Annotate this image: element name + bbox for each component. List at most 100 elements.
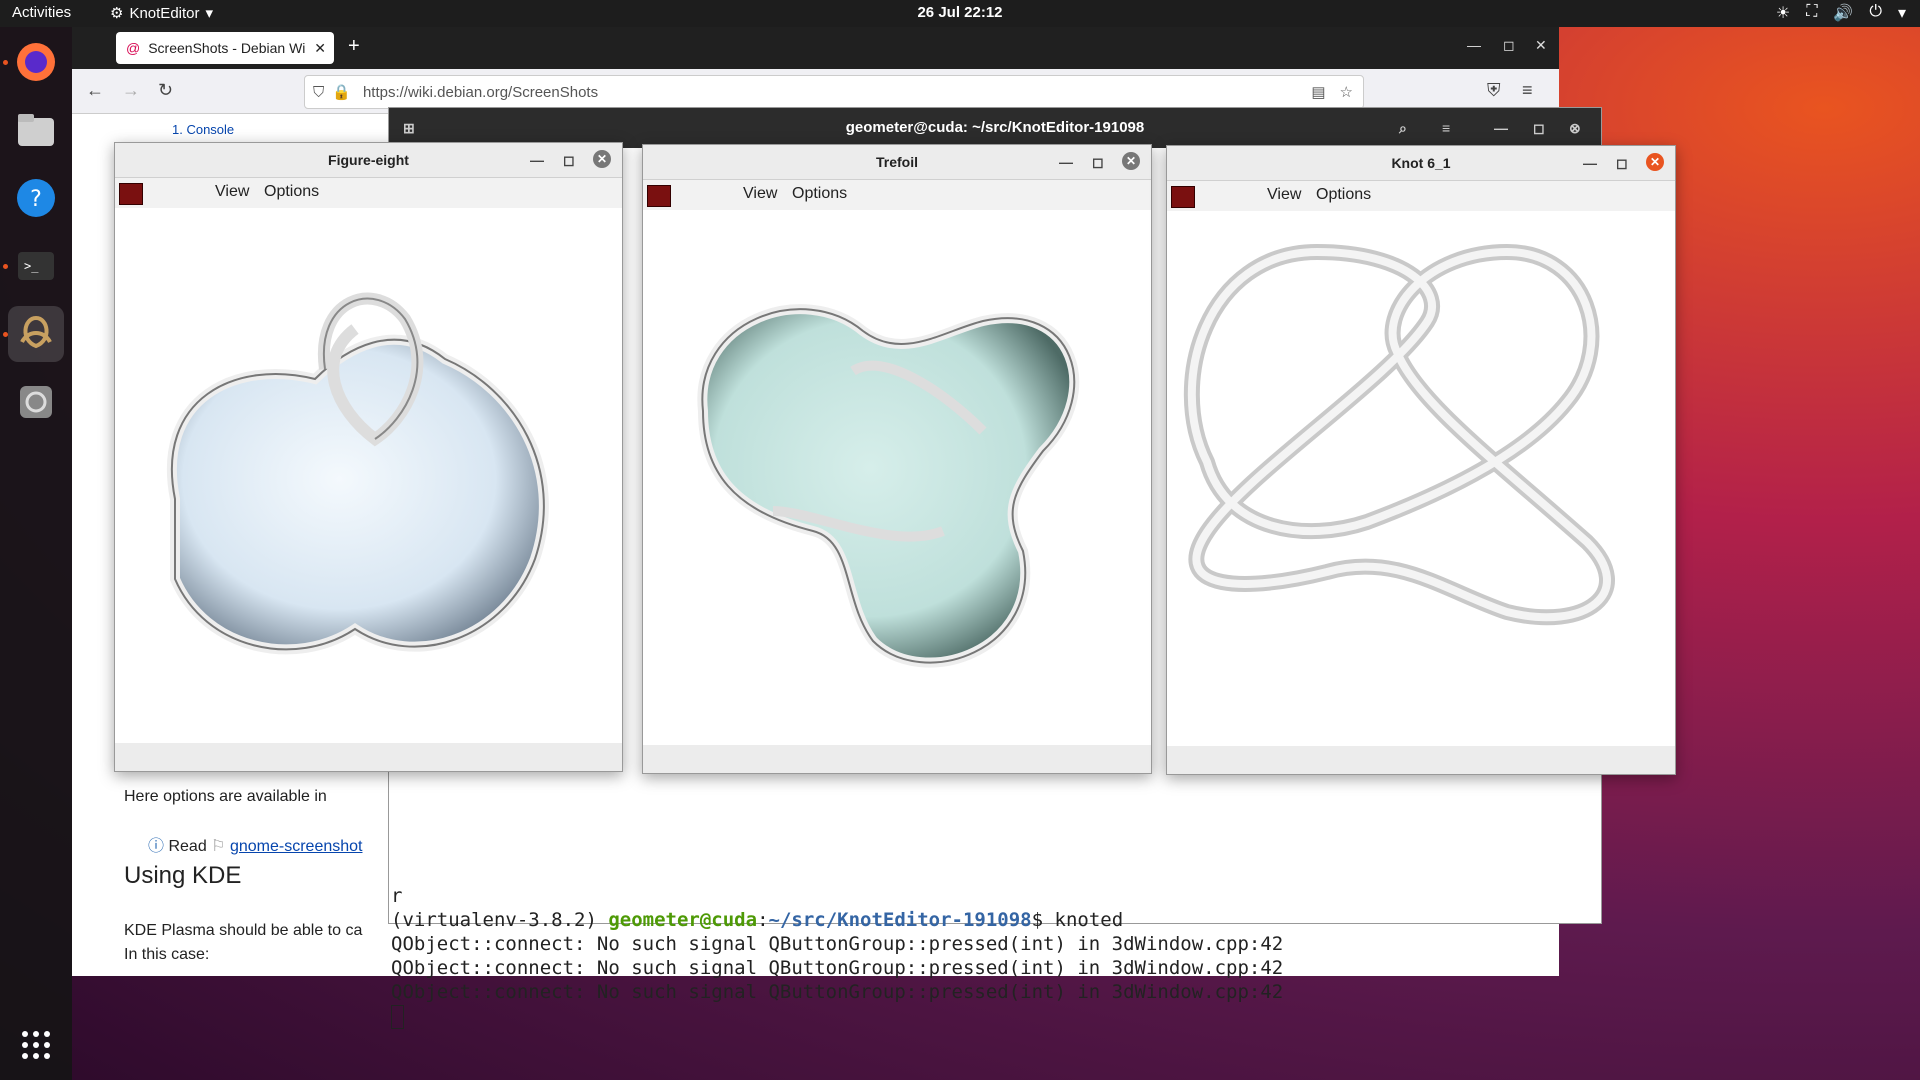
pocket-icon[interactable]: ⛨ — [1487, 80, 1501, 101]
svg-text:?: ? — [30, 187, 42, 212]
minimize-button[interactable]: — — [1583, 146, 1597, 180]
url-text: https://wiki.debian.org/ScreenShots — [362, 83, 599, 101]
figure-eight-knot-render — [166, 292, 549, 655]
close-tab-icon[interactable]: ✕ — [314, 40, 326, 57]
status-bar — [115, 743, 622, 771]
output-line: QObject::connect: No such signal QButton… — [391, 933, 1284, 955]
terminal-cursor — [391, 1004, 404, 1029]
tab-strip: @ ScreenShots - Debian Wi ✕ + — ◻ ✕ — [72, 27, 1559, 69]
minimize-button[interactable]: — — [1059, 145, 1073, 179]
kde-paragraph: KDE Plasma should be able to ca — [124, 922, 363, 939]
menu-options[interactable]: Options — [1316, 186, 1371, 204]
svg-text:>_: >_ — [24, 259, 39, 273]
show-apps-icon[interactable] — [8, 1017, 64, 1073]
app-logo-icon — [1171, 186, 1195, 208]
info-icon: ⓘ — [148, 838, 165, 855]
search-icon[interactable]: ⌕ — [1399, 108, 1407, 148]
files-icon[interactable] — [8, 102, 64, 158]
partial-paragraph: Here options are available in — [124, 788, 327, 805]
terminal-title: geometer@cuda: ~/src/KnotEditor-191098 — [845, 119, 1145, 136]
trefoil-window[interactable]: Trefoil — ◻ ✕ View Options — [642, 144, 1152, 774]
menu-bar: View Options — [115, 178, 622, 208]
prompt-env: (virtualenv-3.8.2) — [391, 909, 609, 931]
prompt-path: ~/src/KnotEditor-191098 — [768, 909, 1032, 931]
info-line: ⓘ Read ⚐ gnome-screenshot — [148, 832, 362, 856]
terminal-icon[interactable]: >_ — [8, 238, 64, 294]
clock[interactable]: 26 Jul 22:12 — [0, 4, 1920, 21]
window-titlebar: Figure-eight — ◻ ✕ — [115, 143, 622, 178]
forward-icon[interactable]: → — [122, 80, 140, 101]
package-icon: ⚐ — [211, 838, 226, 855]
top-bar: Activities ⚙ KnotEditor ▾ 26 Jul 22:12 ☀… — [0, 0, 1920, 27]
close-button[interactable]: ✕ — [593, 150, 611, 168]
knoteditor-icon[interactable] — [8, 306, 64, 362]
firefox-icon[interactable] — [8, 34, 64, 90]
system-tray[interactable]: ☀ ⛶ 🔊 ⏻ ▾ — [1776, 3, 1906, 23]
app-logo-icon — [647, 185, 671, 207]
url-bar[interactable]: ⛉ 🔒 https://wiki.debian.org/ScreenShots … — [304, 75, 1364, 109]
menu-view[interactable]: View — [743, 185, 777, 203]
new-tab-button[interactable]: + — [348, 35, 360, 58]
menu-view[interactable]: View — [1267, 186, 1301, 204]
maximize-button[interactable]: ◻ — [1092, 145, 1104, 179]
status-bar — [643, 745, 1151, 773]
prompt-command: $ knoted — [1031, 909, 1124, 931]
menu-icon[interactable]: ≡ — [1522, 80, 1533, 101]
minimize-button[interactable]: — — [530, 143, 544, 177]
figure-eight-window[interactable]: Figure-eight — ◻ ✕ View Options — [114, 142, 623, 772]
close-button[interactable]: ✕ — [1535, 37, 1547, 54]
close-button[interactable]: ✕ — [1646, 153, 1664, 171]
trefoil-knot-render — [697, 304, 1080, 668]
reload-icon[interactable]: ↻ — [158, 80, 173, 101]
shield-icon: ⛉ — [313, 83, 325, 101]
volume-icon: 🔊 — [1833, 5, 1854, 22]
maximize-button[interactable]: ◻ — [563, 143, 575, 177]
menu-view[interactable]: View — [215, 183, 249, 201]
window-titlebar: Trefoil — ◻ ✕ — [643, 145, 1151, 180]
app-logo-icon — [119, 183, 143, 205]
menu-bar: View Options — [1167, 181, 1675, 211]
maximize-button[interactable]: ◻ — [1503, 37, 1515, 54]
minimize-button[interactable]: — — [1467, 37, 1481, 53]
maximize-button[interactable]: ◻ — [1616, 146, 1628, 180]
gnome-screenshot-link[interactable]: gnome-screenshot — [230, 838, 363, 855]
window-titlebar: Knot 6_1 — ◻ ✕ — [1167, 146, 1675, 181]
browser-tab[interactable]: @ ScreenShots - Debian Wi ✕ — [116, 32, 334, 64]
knot-6-1-window[interactable]: Knot 6_1 — ◻ ✕ View Options — [1166, 145, 1676, 775]
terminal-output: r (virtualenv-3.8.2) geometer@cuda:~/src… — [391, 884, 1283, 1029]
knot-canvas[interactable] — [1167, 212, 1675, 746]
menu-bar: View Options — [643, 180, 1151, 210]
close-button[interactable]: ⊗ — [1569, 108, 1581, 148]
knot-canvas[interactable] — [643, 211, 1151, 745]
close-button[interactable]: ✕ — [1122, 152, 1140, 170]
kde-paragraph-2: In this case: — [124, 946, 210, 963]
menu-options[interactable]: Options — [792, 185, 847, 203]
knot-6-1-render — [1183, 243, 1615, 626]
network-icon: ⛶ — [1806, 3, 1818, 20]
prompt-user: geometer@cuda — [608, 909, 758, 931]
status-bar — [1167, 746, 1675, 774]
minimize-button[interactable]: — — [1494, 108, 1508, 148]
wrapped-char: r — [391, 885, 403, 907]
output-line: QObject::connect: No such signal QButton… — [391, 981, 1284, 1003]
chevron-down-icon: ▾ — [1897, 5, 1906, 22]
window-title: Trefoil — [875, 154, 918, 170]
disc-icon[interactable] — [8, 374, 64, 430]
window-title: Knot 6_1 — [1391, 155, 1451, 171]
maximize-button[interactable]: ◻ — [1533, 108, 1545, 148]
window-title: Figure-eight — [328, 152, 409, 168]
dock: ? >_ — [0, 27, 72, 1080]
help-icon[interactable]: ? — [8, 170, 64, 226]
reader-view-icon[interactable]: ▤ — [1311, 83, 1325, 101]
menu-options[interactable]: Options — [264, 183, 319, 201]
menu-icon[interactable]: ≡ — [1442, 108, 1450, 148]
lock-icon: 🔒 — [332, 84, 351, 101]
back-icon[interactable]: ← — [86, 80, 104, 101]
debian-swirl-icon: @ — [126, 40, 141, 56]
info-read: Read — [168, 838, 207, 855]
bookmark-star-icon[interactable]: ☆ — [1340, 83, 1353, 101]
knot-canvas[interactable] — [115, 209, 622, 743]
brightness-icon: ☀ — [1775, 5, 1791, 22]
tab-title: ScreenShots - Debian Wi — [148, 40, 306, 56]
toc-item[interactable]: 1. Console — [172, 122, 234, 137]
